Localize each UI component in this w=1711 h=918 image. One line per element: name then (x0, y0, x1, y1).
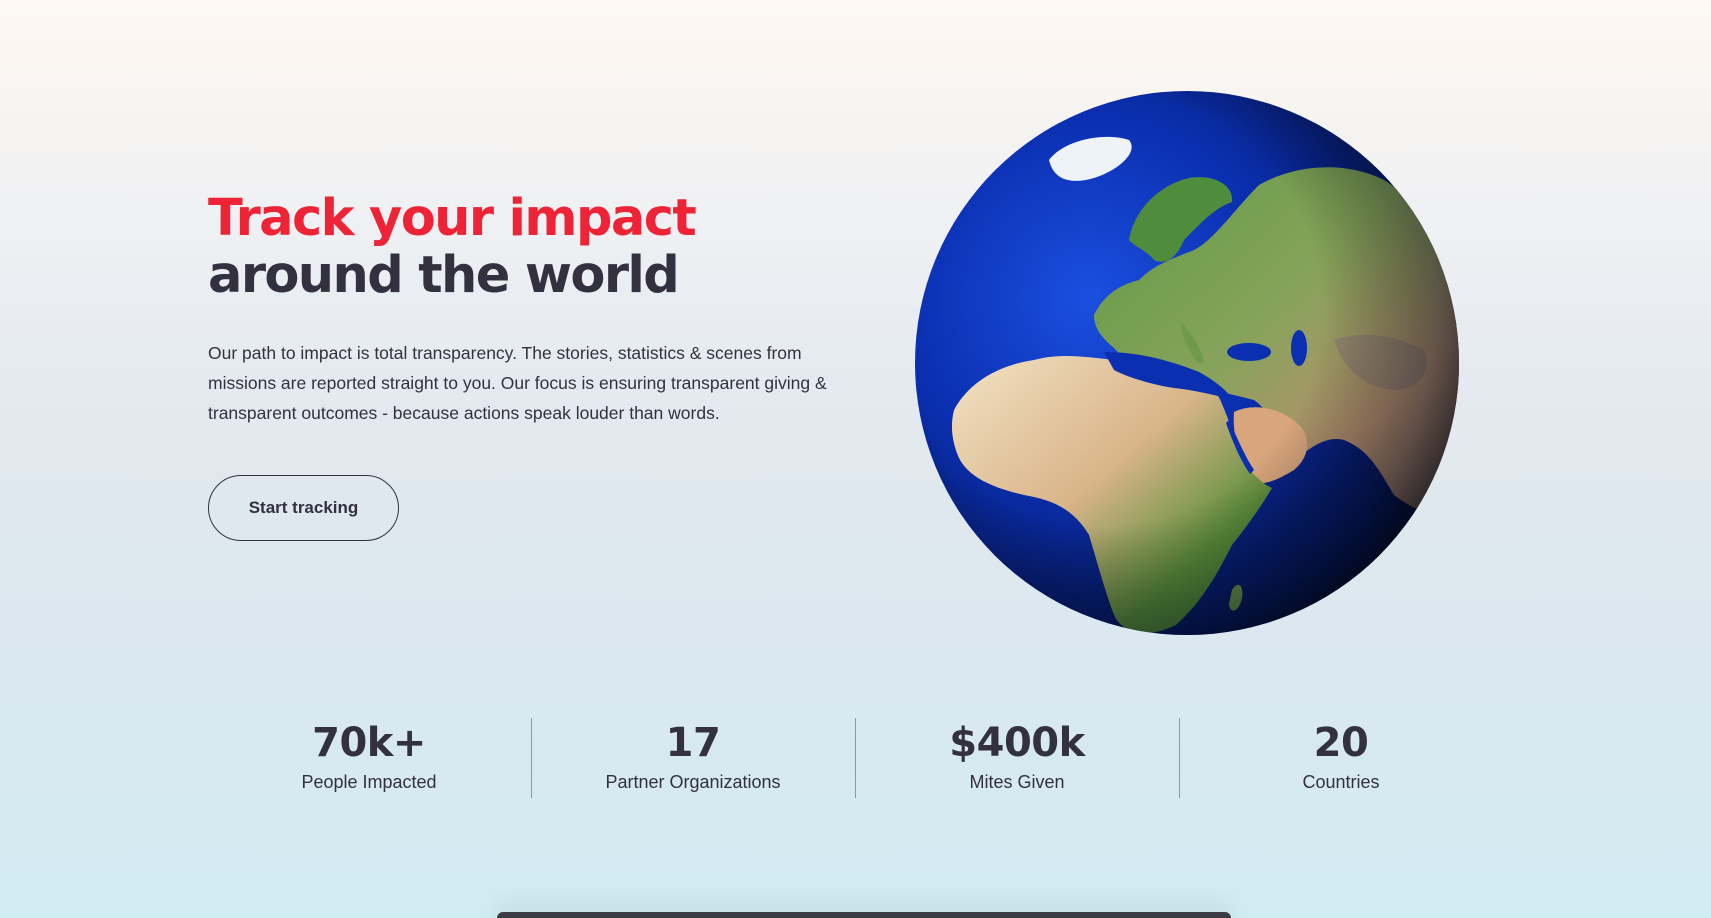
stat-value: 20 (1313, 720, 1369, 766)
stat-mites-given: $400k Mites Given (855, 718, 1179, 798)
stat-partner-organizations: 17 Partner Organizations (531, 718, 855, 798)
start-tracking-button[interactable]: Start tracking (208, 475, 399, 541)
bottom-card-edge (497, 912, 1231, 918)
stat-label: Partner Organizations (605, 772, 781, 792)
stat-label: People Impacted (301, 772, 437, 792)
stat-countries: 20 Countries (1179, 718, 1503, 798)
stat-label: Countries (1302, 772, 1380, 792)
stat-label: Mites Given (969, 772, 1065, 792)
hero-headline: Track your impact around the world (208, 190, 848, 304)
stat-value: 70k+ (312, 720, 426, 766)
stats-row: 70k+ People Impacted 17 Partner Organiza… (207, 718, 1503, 798)
stat-value: $400k (949, 720, 1085, 766)
headline-dark-line: around the world (208, 246, 680, 305)
headline-accent-line: Track your impact (208, 189, 697, 248)
stat-people-impacted: 70k+ People Impacted (207, 718, 531, 798)
stat-value: 17 (665, 720, 721, 766)
hero-section: Track your impact around the world Our p… (208, 190, 848, 541)
earth-globe-icon (914, 90, 1460, 636)
hero-description: Our path to impact is total transparency… (208, 343, 827, 423)
